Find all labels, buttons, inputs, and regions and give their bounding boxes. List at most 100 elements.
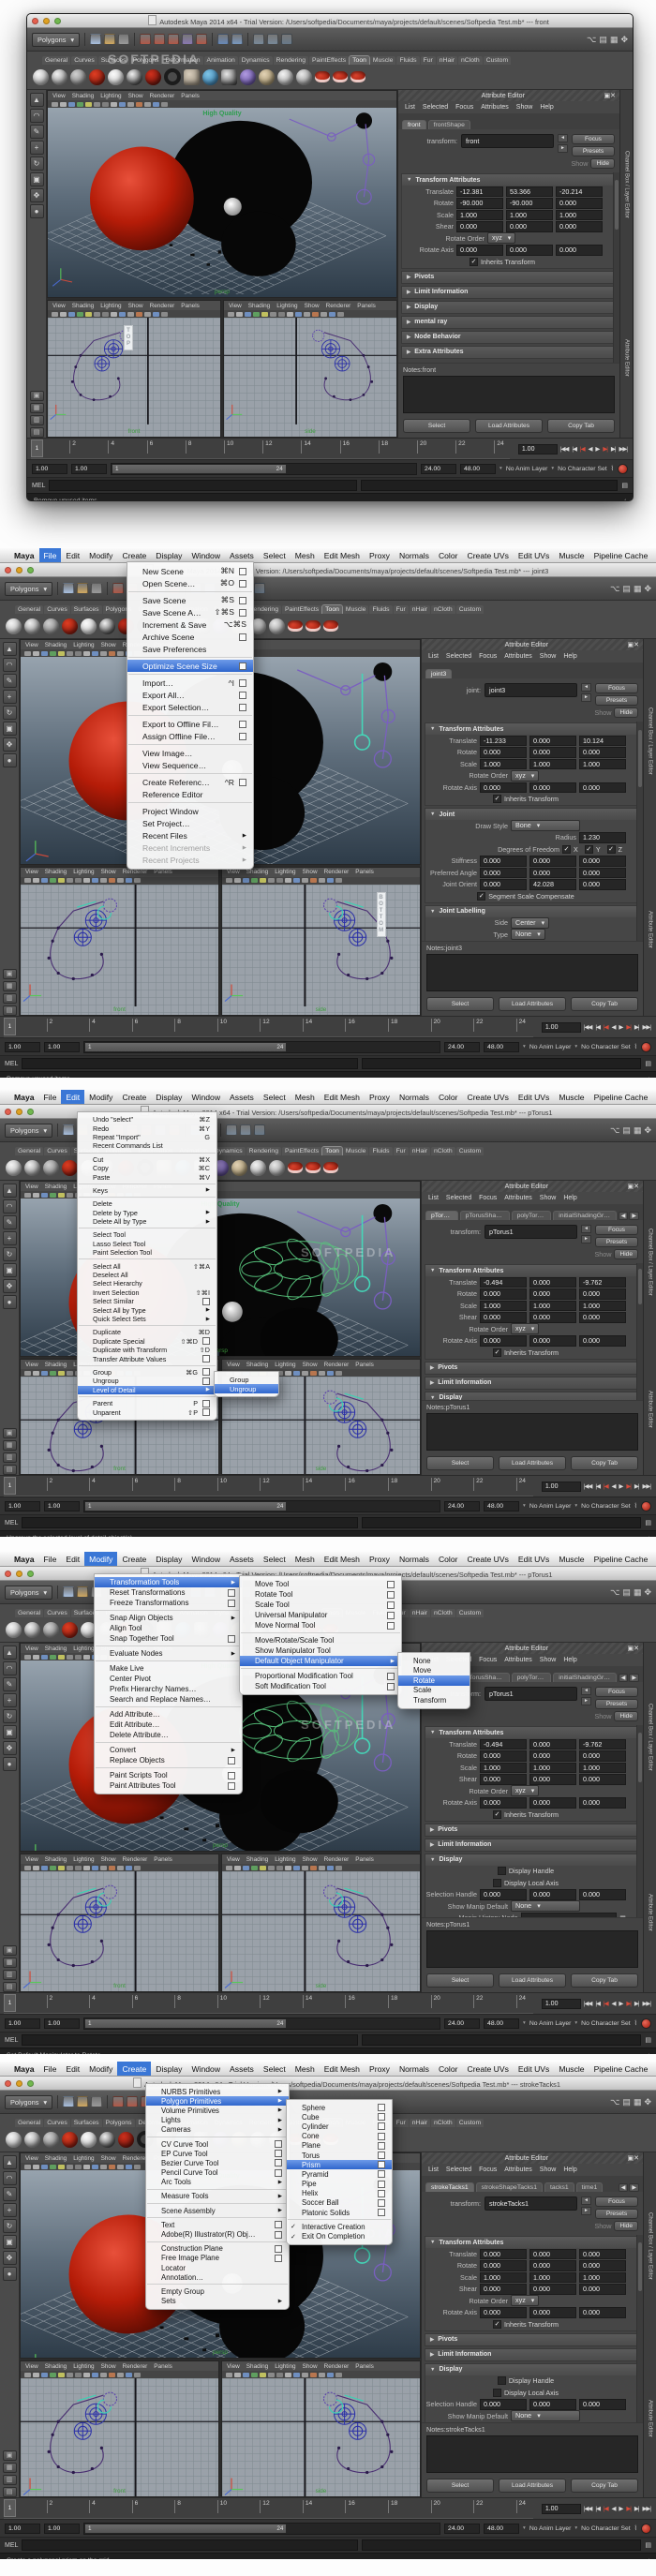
toon-brush-sphere-icon[interactable] (231, 1160, 247, 1176)
step-forward-frame-button[interactable]: ▶| (634, 2505, 640, 2512)
channel-box-layer-editor-tab[interactable]: Channel Box / Layer Editor (648, 1704, 653, 1771)
file-menu-item-view-sequence-[interactable]: View Sequence… (127, 759, 253, 771)
selection-mode-dropdown[interactable]: Polygons▾ (32, 33, 80, 47)
edit-menu-item-cut[interactable]: Cut⌘X (78, 1155, 216, 1164)
menubar-item-maya[interactable]: Maya (9, 1552, 39, 1566)
viewport-icon-4[interactable] (58, 1193, 65, 1198)
viewport-icon-7[interactable] (83, 1866, 90, 1870)
scrollbar-thumb[interactable] (638, 1733, 642, 1782)
copy-tab-button[interactable]: Copy Tab (571, 2479, 638, 2493)
toon-fill-white2-icon[interactable] (81, 618, 97, 634)
close-icon[interactable]: ✕ (610, 92, 616, 99)
modify-menu-item-search-and-replace-names-[interactable]: Search and Replace Names… (95, 1694, 242, 1705)
step-back-frame-button[interactable]: |◀ (594, 2505, 601, 2512)
side-menu-lighting[interactable]: Lighting (275, 869, 295, 875)
menubar-item-edit[interactable]: Edit (61, 1090, 84, 1104)
subsubmenu-item-rotate[interactable]: Rotate (398, 1675, 470, 1686)
checkbox-icon[interactable] (493, 1879, 501, 1887)
attribute-value-field[interactable]: 1.000 (579, 759, 626, 770)
tab-scroll-arrows[interactable]: ◀▶ (619, 1212, 639, 1220)
persp-menu-lighting[interactable]: Lighting (73, 1645, 94, 1652)
selection-mode-dropdown[interactable]: Polygons▾ (5, 2095, 52, 2109)
save-scene-icon[interactable] (91, 583, 102, 594)
new-scene-icon[interactable] (63, 1586, 74, 1598)
viewport-icon-9[interactable] (302, 2373, 308, 2377)
anim-prefs-icon[interactable]: ⌇ (634, 1043, 637, 1050)
shelf-tab-surfaces[interactable]: Surfaces (98, 56, 129, 65)
sort-outliner-icon[interactable]: ⌥ (610, 584, 619, 594)
viewport-icon-13[interactable] (337, 312, 344, 317)
range-field-right-0[interactable]: 24.00 (444, 1042, 480, 1052)
viewport-icon-9[interactable] (302, 1371, 308, 1376)
viewport-icon-1[interactable] (236, 312, 243, 317)
menubar-item-modify[interactable]: Modify (84, 1552, 117, 1566)
attribute-editor-tab[interactable]: Attribute Editor (648, 2400, 653, 2437)
section-header[interactable]: ▼Transform Attributes (425, 1727, 639, 1738)
range-field-left-1[interactable]: 1.00 (44, 1042, 80, 1052)
option-box-icon[interactable] (378, 2190, 385, 2197)
rotate-tool-icon[interactable]: ↻ (30, 156, 44, 171)
persp-outliner-layout-icon[interactable]: ▥ (3, 993, 17, 1004)
play-backwards-button[interactable]: ◀ (611, 1023, 617, 1031)
persp-menu-shading[interactable]: Shading (45, 1184, 67, 1190)
ae-menu-help[interactable]: Help (563, 1195, 576, 1201)
anim-prefs-icon[interactable]: ⌇ (634, 2019, 637, 2027)
attribute-value-field[interactable]: 1.000 (579, 1301, 626, 1312)
viewport-icon-6[interactable] (276, 1866, 283, 1870)
single-pane-layout-icon[interactable]: ▣ (3, 969, 17, 979)
soft-modification-tool-icon[interactable]: ● (3, 1295, 17, 1309)
toon-fill-white2-icon[interactable] (81, 2132, 97, 2148)
select-button[interactable]: Select (426, 1456, 494, 1470)
viewport-icon-11[interactable] (117, 2165, 124, 2169)
option-box-icon[interactable] (202, 1408, 210, 1416)
attribute-value-field[interactable]: -20.214 (556, 186, 603, 198)
persp-outliner-layout-icon[interactable]: ▥ (3, 2475, 17, 2485)
range-field-right-1[interactable]: 48.00 (484, 2018, 519, 2029)
menubar-item-select[interactable]: Select (259, 548, 291, 562)
side-menu-panels[interactable]: Panels (355, 1856, 374, 1863)
viewport-icon-11[interactable] (144, 102, 151, 107)
viewport-icon-7[interactable] (285, 1866, 291, 1870)
create-menu-item-ep-curve-tool[interactable]: EP Curve Tool (146, 2149, 289, 2158)
menubar-item-create[interactable]: Create (117, 1090, 151, 1104)
focus-button[interactable]: Focus (595, 683, 638, 693)
option-box-icon[interactable] (387, 1612, 395, 1619)
viewport-icon-8[interactable] (293, 1866, 300, 1870)
attribute-value-field[interactable]: 0.000 (579, 2307, 626, 2318)
viewport-icon-4[interactable] (260, 1866, 266, 1870)
option-box-icon[interactable] (239, 692, 246, 699)
viewport-icon-7[interactable] (111, 312, 117, 317)
viewport-icon-3[interactable] (77, 102, 83, 107)
section-header[interactable]: ▼Transform Attributes (425, 723, 639, 735)
modify-menu-item-replace-objects[interactable]: Replace Objects (95, 1755, 242, 1765)
range-slider-handle[interactable]: 124 (112, 465, 286, 473)
viewport-icon-5[interactable] (268, 2373, 275, 2377)
snap-view-icon[interactable] (182, 34, 193, 45)
attribute-dropdown[interactable]: None▾ (511, 2410, 580, 2421)
create-menu-item-nurbs-primitives[interactable]: NURBS Primitives▶ (146, 2087, 289, 2096)
viewport-icon-12[interactable] (327, 1866, 334, 1870)
range-field-right-1[interactable]: 48.00 (484, 2524, 519, 2534)
viewport-icon-5[interactable] (67, 878, 73, 883)
hotbox-icon[interactable]: ✥ (644, 584, 651, 594)
file-menu-item-recent-projects[interactable]: Recent Projects▶ (127, 854, 253, 866)
go-to-end-button[interactable]: ▶▶| (619, 445, 629, 453)
hide-button[interactable]: Hide (590, 158, 615, 169)
viewport-icon-5[interactable] (67, 1193, 73, 1198)
modify-menu-item-paint-attributes-tool[interactable]: Paint Attributes Tool (95, 1780, 242, 1791)
viewport-icon-7[interactable] (83, 2165, 90, 2169)
anim-prefs-icon[interactable]: ⌇ (634, 1502, 637, 1510)
section-header[interactable]: ▶Pivots (425, 1362, 639, 1374)
shelf-tab-animation[interactable]: Animation (204, 56, 238, 65)
option-box-icon[interactable] (228, 1772, 235, 1779)
menubar-item-proxy[interactable]: Proxy (365, 548, 395, 562)
range-field-left-0[interactable]: 1.00 (5, 2018, 40, 2029)
shelf-tab-curves[interactable]: Curves (44, 1609, 70, 1617)
copy-tab-button[interactable]: Copy Tab (571, 997, 638, 1011)
attribute-value-field[interactable]: 0.000 (556, 198, 603, 209)
ae-tab-initialShadingGroup[interactable]: initialShadingGroup (553, 1211, 616, 1220)
attribute-dropdown[interactable]: Bone▾ (511, 820, 580, 831)
file-menu-item-project-window[interactable]: Project Window (127, 805, 253, 817)
node-name-field[interactable]: front (461, 134, 554, 148)
auto-keyframe-toggle[interactable] (641, 2018, 651, 2029)
